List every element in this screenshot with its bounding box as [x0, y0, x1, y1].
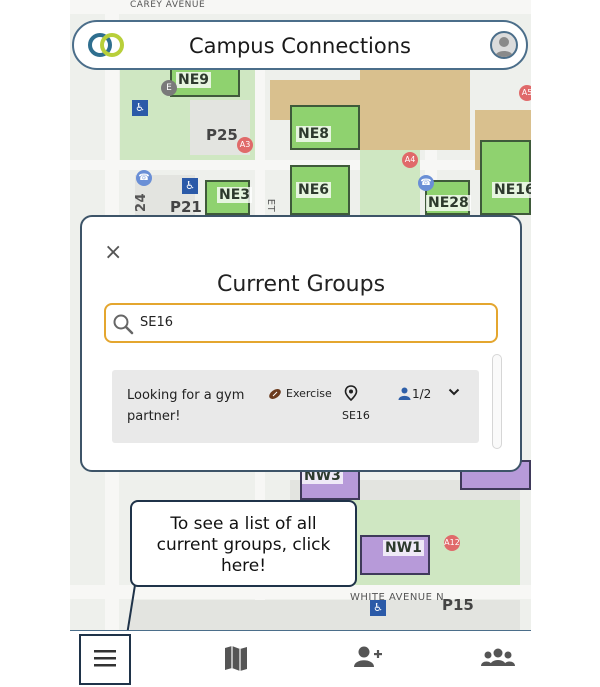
group-category: Exercise — [286, 387, 332, 400]
location-pin-icon — [344, 385, 358, 401]
add-person-icon — [354, 646, 382, 667]
group-list-item[interactable]: Looking for a gym partner! Exercise SE16… — [112, 370, 479, 443]
phone-marker-icon[interactable]: ☎ — [136, 170, 152, 186]
building-label: NW1 — [383, 540, 424, 556]
parking-label: P15 — [442, 596, 474, 614]
street-label-top: CAREY AVENUE — [130, 0, 206, 10]
map-icon — [225, 646, 247, 671]
bottom-nav — [70, 630, 531, 687]
search-input[interactable]: SE16 — [104, 303, 498, 343]
parking-label: P25 — [206, 126, 238, 144]
phone-screen: CAREY AVENUE NE9 NE8 NE6 NE3 NE28 NE16 N… — [70, 0, 531, 687]
hint-tooltip: To see a list of all current groups, cli… — [130, 500, 357, 587]
group-location: SE16 — [342, 409, 370, 422]
list-scrollbar[interactable] — [492, 354, 502, 449]
elevator-marker-icon[interactable]: E — [161, 80, 177, 96]
building-label: NE3 — [217, 187, 253, 203]
group-member-count: 1/2 — [412, 387, 432, 401]
close-icon[interactable]: × — [104, 242, 124, 264]
chevron-down-icon[interactable] — [448, 387, 460, 397]
parking-label: P21 — [170, 198, 202, 216]
tooltip-pointer — [126, 585, 136, 635]
nav-groups-button[interactable] — [468, 631, 528, 687]
app-title: Campus Connections — [188, 34, 411, 58]
football-icon — [269, 389, 281, 399]
marker-a3-icon[interactable]: A3 — [237, 137, 253, 153]
hint-text: To see a list of all current groups, cli… — [156, 514, 331, 576]
side-number: 24 — [134, 192, 150, 213]
nav-add-friend-button[interactable] — [338, 631, 398, 687]
building-label: NE8 — [296, 126, 332, 142]
nav-map-button[interactable] — [206, 631, 266, 687]
marker-a5-icon[interactable]: A5 — [519, 85, 531, 101]
group-name: Looking for a gym partner! — [127, 388, 245, 424]
marker-a4-icon[interactable]: A4 — [402, 152, 418, 168]
person-icon — [398, 387, 411, 400]
hamburger-menu-icon — [94, 650, 116, 667]
street-label-bottom: WHITE AVENUE N — [350, 592, 445, 603]
group-people-icon — [481, 648, 515, 666]
building-label: NE28 — [426, 195, 471, 211]
side-letters: ET — [265, 198, 277, 213]
marker-a12-icon[interactable]: A12 — [444, 535, 460, 551]
accessible-parking-icon: ♿ — [132, 100, 148, 116]
building-label: NE6 — [296, 182, 332, 198]
app-header: Campus Connections — [72, 20, 528, 70]
phone-marker-icon[interactable]: ☎ — [418, 175, 434, 191]
building-label: NE9 — [176, 72, 212, 88]
profile-avatar-icon[interactable] — [490, 31, 518, 59]
search-icon — [113, 314, 134, 335]
accessible-parking-icon: ♿ — [182, 178, 198, 194]
modal-title: Current Groups — [216, 272, 386, 297]
nav-menu-button[interactable] — [75, 631, 135, 687]
search-value[interactable]: SE16 — [140, 315, 173, 330]
current-groups-modal: × Current Groups SE16 Looking for a gym … — [80, 215, 522, 472]
building-label: NE16 — [492, 182, 531, 198]
accessible-parking-icon: ♿ — [370, 600, 386, 616]
